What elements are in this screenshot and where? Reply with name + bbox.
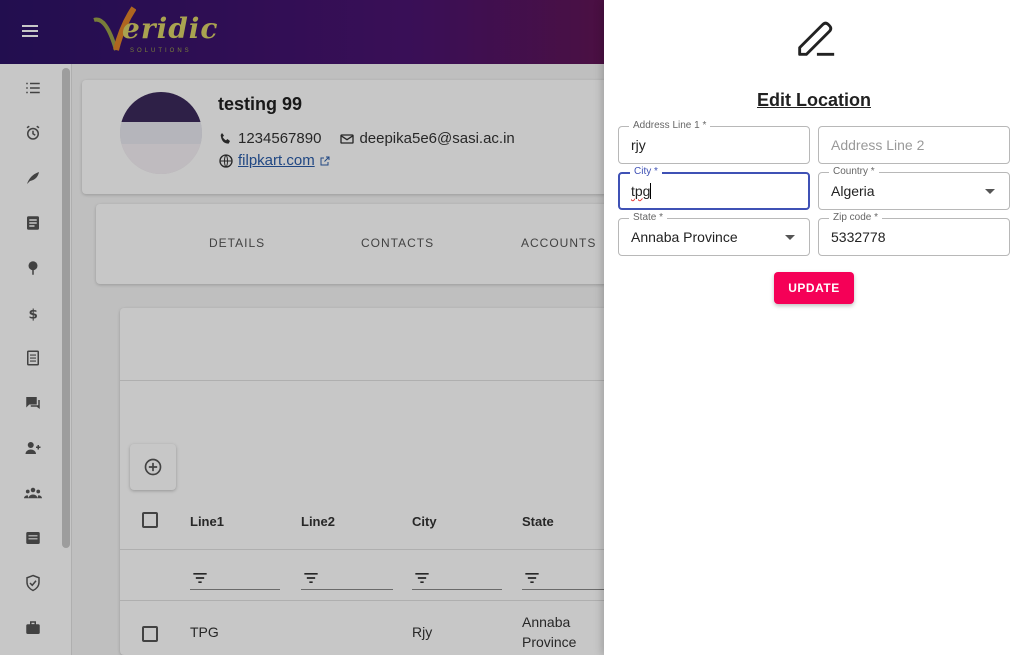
chevron-down-icon	[785, 235, 795, 240]
country-select[interactable]: Country * Algeria	[818, 165, 1010, 210]
city-label: City *	[630, 165, 662, 179]
address-line1-label: Address Line 1 *	[629, 119, 711, 133]
zip-code-field[interactable]: Zip code * 5332778	[818, 211, 1010, 256]
pencil-icon	[798, 21, 835, 56]
update-button[interactable]: UPDATE	[774, 272, 854, 304]
address-line2-placeholder: Address Line 2	[831, 137, 925, 153]
chevron-down-icon	[985, 189, 995, 194]
edit-location-drawer: Edit Location Address Line 1 * rjy Addre…	[604, 0, 1024, 655]
address-line2-field[interactable]: Address Line 2	[818, 126, 1010, 164]
state-value: Annaba Province	[631, 229, 738, 245]
address-line1-field[interactable]: Address Line 1 * rjy	[618, 119, 810, 164]
zip-code-label: Zip code *	[829, 211, 883, 225]
zip-code-value: 5332778	[831, 229, 886, 245]
country-label: Country *	[829, 165, 879, 179]
address-line1-value: rjy	[631, 137, 646, 153]
city-field[interactable]: City * tpg	[618, 165, 810, 210]
country-value: Algeria	[831, 183, 875, 199]
state-select[interactable]: State * Annaba Province	[618, 211, 810, 256]
drawer-title: Edit Location	[757, 90, 871, 110]
city-value: tpg	[631, 183, 652, 199]
state-label: State *	[629, 211, 668, 225]
